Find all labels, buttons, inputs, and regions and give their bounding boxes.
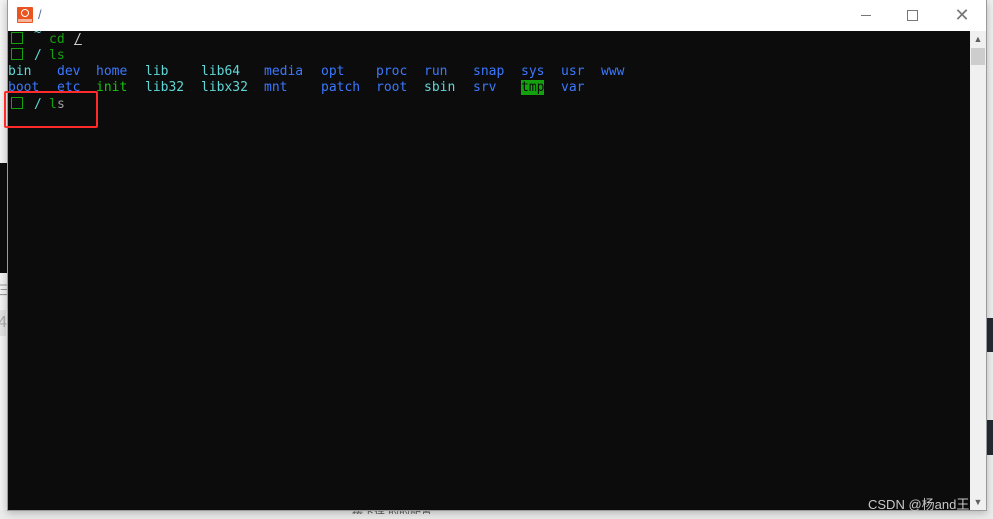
command: ls (49, 48, 65, 63)
ls-entry: www (601, 64, 625, 79)
background-glyph: 4 (0, 310, 7, 336)
command-arg: / (74, 32, 82, 47)
vertical-scrollbar[interactable]: ▲ ▼ (970, 31, 986, 510)
scroll-down-arrow-icon[interactable]: ▼ (970, 494, 986, 510)
ls-entry: snap (473, 64, 505, 79)
background-dark-block (986, 318, 993, 352)
maximize-icon (906, 10, 918, 21)
close-button[interactable]: ✕ (939, 0, 985, 31)
watermark: CSDN @杨and王 (868, 497, 970, 512)
ls-entry: lib (145, 64, 169, 79)
ls-entry: run (424, 64, 448, 79)
ls-entry: patch (321, 80, 361, 95)
ls-entry: var (561, 80, 585, 95)
prompt-dir: / (34, 48, 42, 63)
ls-entry: srv (473, 80, 497, 95)
scroll-up-arrow-icon[interactable]: ▲ (970, 31, 986, 47)
minimize-icon (861, 15, 871, 16)
prompt-dir: ~ (34, 25, 42, 39)
command: cd (49, 32, 65, 47)
prompt-box-icon (11, 32, 23, 44)
ls-entry: sys (521, 64, 545, 79)
red-highlight-annotation (4, 91, 98, 128)
ls-entry: proc (376, 64, 408, 79)
ls-entry: home (96, 64, 128, 79)
background-page-bottom (0, 510, 993, 519)
ls-entry: media (264, 64, 304, 79)
window-title: / (38, 7, 42, 22)
terminal-content[interactable]: ~ cd / / ls bin dev home lib lib64 media… (8, 25, 970, 510)
background-window-dark-fragment (0, 163, 7, 273)
ls-entry: usr (561, 64, 585, 79)
prompt-box-icon (11, 48, 23, 60)
close-icon: ✕ (954, 5, 970, 25)
ubuntu-terminal-icon (17, 7, 33, 23)
title-bar[interactable]: / ✕ (8, 0, 986, 31)
ls-entry: lib32 (145, 80, 185, 95)
ls-entry: libx32 (201, 80, 248, 95)
ls-entry: dev (57, 64, 81, 79)
ls-entry-highlighted: tmp (521, 80, 545, 95)
ls-entry: mnt (264, 80, 288, 95)
maximize-button[interactable] (889, 0, 935, 31)
ls-entry: init (96, 80, 128, 95)
ls-entry: sbin (424, 80, 456, 95)
minimize-button[interactable] (843, 0, 889, 31)
background-dark-block (986, 420, 993, 455)
ls-entry: lib64 (201, 64, 241, 79)
scrollbar-thumb[interactable] (971, 48, 985, 65)
ls-entry: bin (8, 64, 32, 79)
ls-entry: opt (321, 64, 345, 79)
ls-entry: root (376, 80, 408, 95)
terminal-window[interactable]: / ✕ ~ cd / / ls bin dev home lib lib64 m… (7, 0, 987, 511)
